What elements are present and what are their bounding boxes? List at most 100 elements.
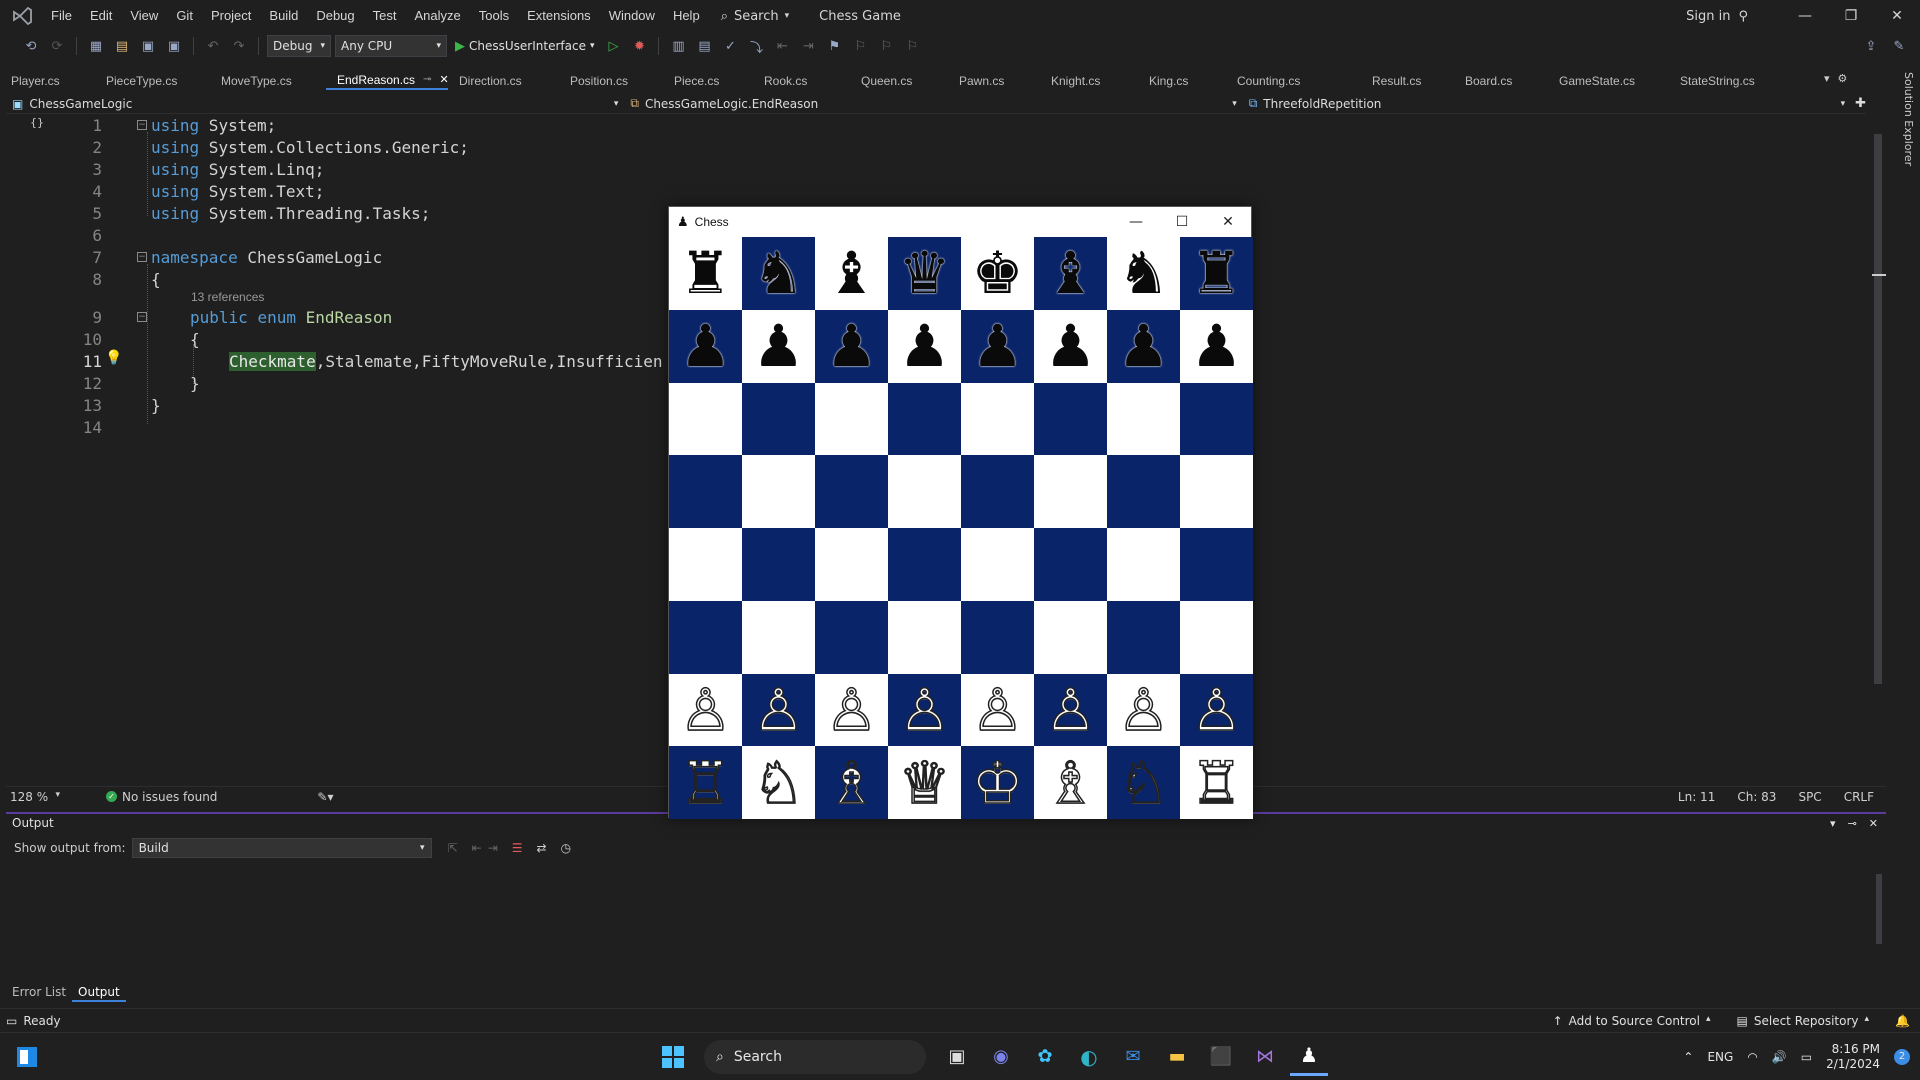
menu-tools[interactable]: Tools — [470, 0, 518, 32]
board-square[interactable] — [1180, 455, 1253, 528]
white-knight-piece[interactable]: ♘ — [752, 753, 806, 813]
tab-rook[interactable]: Rook.cs — [753, 72, 850, 90]
search-menu[interactable]: ⌕ Search ▾ — [709, 9, 801, 24]
language-indicator[interactable]: ENG — [1707, 1050, 1733, 1064]
board-square[interactable]: ♙ — [1107, 673, 1180, 747]
tab-piecetype[interactable]: PieceType.cs — [95, 72, 210, 90]
menu-view[interactable]: View — [121, 0, 167, 32]
chess-maximize-button[interactable]: ☐ — [1159, 207, 1205, 237]
timestamp-icon[interactable]: ◷ — [561, 841, 571, 855]
code-map-icon[interactable]: {} — [30, 116, 44, 129]
collapse-icon[interactable]: − — [137, 120, 147, 130]
file-explorer-icon[interactable]: ▬ — [1158, 1038, 1196, 1076]
minimize-button[interactable]: — — [1782, 0, 1828, 32]
spell-check-icon[interactable]: ✓ — [719, 35, 741, 57]
clear-bookmarks-icon[interactable]: ⚐ — [901, 35, 923, 57]
black-pawn-piece[interactable]: ♟ — [1118, 317, 1170, 375]
board-square[interactable] — [669, 600, 742, 674]
prev-bookmark-icon[interactable]: ⚐ — [849, 35, 871, 57]
board-square[interactable]: ♗ — [1034, 746, 1107, 819]
board-square[interactable] — [1180, 528, 1253, 601]
menu-build[interactable]: Build — [260, 0, 307, 32]
white-pawn-piece[interactable]: ♙ — [971, 680, 1025, 740]
editor-vertical-scrollbar[interactable] — [1872, 114, 1886, 778]
board-square[interactable]: ♟ — [742, 309, 815, 383]
chevron-up-icon[interactable]: ⌃ — [1683, 1050, 1693, 1064]
white-rook-piece[interactable]: ♖ — [679, 753, 733, 813]
wifi-icon[interactable]: ◠ — [1747, 1050, 1757, 1064]
mail-icon[interactable]: ✉ — [1114, 1038, 1152, 1076]
pin-icon[interactable]: ⊸ — [1848, 817, 1857, 830]
restore-button[interactable]: ❐ — [1828, 0, 1874, 32]
notification-badge[interactable]: 2 — [1894, 1048, 1910, 1065]
chess-minimize-button[interactable]: — — [1113, 207, 1159, 237]
board-square[interactable] — [815, 382, 888, 456]
collapse-icon[interactable]: − — [137, 312, 147, 322]
find-message-icon[interactable]: ⇱ — [448, 841, 458, 855]
board-square[interactable] — [742, 528, 815, 601]
chess-app-taskbar-icon[interactable]: ♟ — [1290, 1038, 1328, 1076]
menu-help[interactable]: Help — [664, 0, 709, 32]
board-square[interactable]: ♟ — [815, 309, 888, 383]
board-square[interactable]: ♛ — [888, 237, 961, 310]
hot-reload-icon[interactable]: ✹ — [628, 35, 650, 57]
new-project-icon[interactable]: ▦ — [85, 35, 107, 57]
tab-endreason[interactable]: EndReason.cs ⊸ ✕ — [326, 71, 449, 90]
black-pawn-piece[interactable]: ♟ — [1045, 317, 1097, 375]
white-pawn-piece[interactable]: ♙ — [679, 680, 733, 740]
board-square[interactable] — [1107, 382, 1180, 456]
member-dropdown[interactable]: ⧉ ThreefoldRepetition ▾ — [1243, 94, 1851, 114]
board-square[interactable]: ♖ — [1180, 746, 1253, 819]
board-square[interactable] — [1180, 600, 1253, 674]
board-square[interactable]: ♙ — [815, 673, 888, 747]
tab-result[interactable]: Result.cs — [1361, 72, 1454, 90]
tab-direction[interactable]: Direction.cs — [448, 72, 559, 90]
edge-icon[interactable]: ◐ — [1070, 1038, 1108, 1076]
board-square[interactable]: ♘ — [1107, 746, 1180, 819]
step-icon[interactable]: ⤵ — [745, 35, 767, 57]
tab-error-list[interactable]: Error List — [6, 982, 72, 1002]
black-knight-piece[interactable]: ♞ — [1118, 244, 1170, 302]
black-pawn-piece[interactable]: ♟ — [753, 317, 805, 375]
board-square[interactable]: ♚ — [961, 237, 1034, 310]
clion-icon[interactable]: ⬛ — [1202, 1038, 1240, 1076]
board-square[interactable] — [888, 528, 961, 601]
tab-queen[interactable]: Queen.cs — [850, 72, 948, 90]
battery-icon[interactable]: ▭ — [1801, 1050, 1812, 1064]
white-pawn-piece[interactable]: ♙ — [752, 680, 806, 740]
tab-player[interactable]: Player.cs — [0, 72, 95, 90]
black-knight-piece[interactable]: ♞ — [753, 244, 805, 302]
board-square[interactable] — [669, 455, 742, 528]
board-square[interactable]: ♗ — [815, 746, 888, 819]
outdent-icon[interactable]: ⇥ — [797, 35, 819, 57]
board-square[interactable] — [961, 382, 1034, 456]
board-square[interactable] — [815, 600, 888, 674]
board-square[interactable]: ♝ — [1034, 237, 1107, 310]
pin-icon[interactable]: ⊸ — [423, 71, 431, 89]
board-square[interactable] — [961, 528, 1034, 601]
clear-all-icon[interactable]: ☰ — [512, 841, 523, 855]
close-icon[interactable]: ✕ — [1869, 817, 1878, 830]
tab-knight[interactable]: Knight.cs — [1040, 72, 1138, 90]
collapse-icon[interactable]: − — [137, 252, 147, 262]
board-square[interactable]: ♖ — [669, 746, 742, 819]
menu-git[interactable]: Git — [167, 0, 202, 32]
save-icon[interactable]: ▣ — [137, 35, 159, 57]
board-square[interactable] — [1034, 600, 1107, 674]
close-button[interactable]: ✕ — [1874, 0, 1920, 32]
tab-board[interactable]: Board.cs — [1454, 72, 1548, 90]
output-scrollbar[interactable] — [1874, 864, 1886, 960]
board-square[interactable]: ♙ — [1180, 673, 1253, 747]
sign-in-button[interactable]: Sign in ⚲ — [1686, 9, 1748, 24]
black-king-piece[interactable]: ♚ — [972, 244, 1024, 302]
menu-debug[interactable]: Debug — [307, 0, 363, 32]
black-rook-piece[interactable]: ♜ — [680, 244, 732, 302]
open-folder-icon[interactable]: ▤ — [111, 35, 133, 57]
scrollbar-thumb[interactable] — [1876, 874, 1882, 944]
add-source-control-button[interactable]: ↑ Add to Source Control ▴ — [1553, 1014, 1711, 1028]
black-queen-piece[interactable]: ♛ — [899, 244, 951, 302]
white-pawn-piece[interactable]: ♙ — [1044, 680, 1098, 740]
board-square[interactable] — [1107, 455, 1180, 528]
live-share-icon[interactable]: ⇪ — [1860, 35, 1882, 57]
board-square[interactable]: ♟ — [669, 309, 742, 383]
